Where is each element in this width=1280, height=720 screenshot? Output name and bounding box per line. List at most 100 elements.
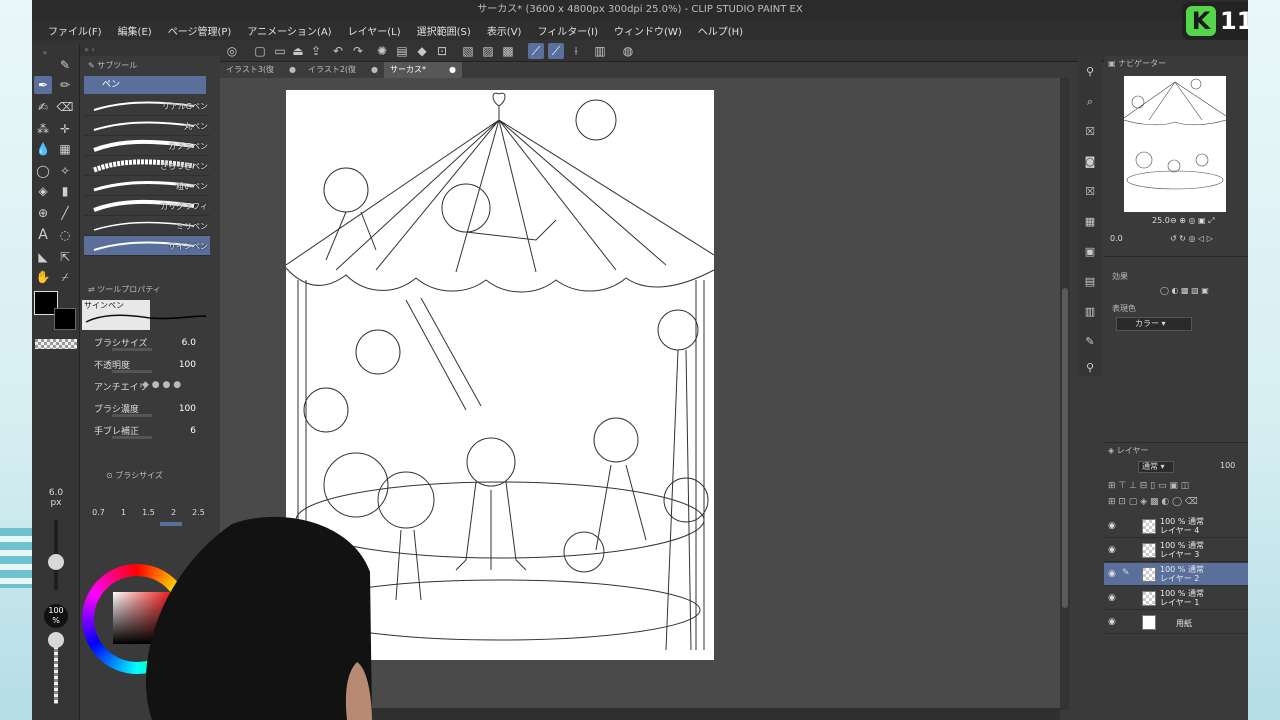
transform-icon[interactable]: ⊡	[434, 43, 450, 59]
object-tool-icon[interactable]: ⊕	[34, 204, 52, 222]
line-tool-icon[interactable]: ╱	[56, 204, 74, 222]
grid-tool-icon[interactable]: ▦	[56, 140, 74, 158]
pen-tool-selected-icon[interactable]: ✒	[34, 76, 52, 94]
brush-tool-icon[interactable]: ✍	[34, 98, 52, 116]
lasso-tool-icon[interactable]: ◯	[34, 162, 52, 180]
menu-page[interactable]: ページ管理(P)	[160, 23, 240, 38]
layer-row-selected[interactable]: ◉ ✎ 100 % 通常 レイヤー 2	[1104, 563, 1248, 586]
autoaction-icon[interactable]: ▤	[1082, 274, 1098, 290]
open-file-icon[interactable]: ▭	[272, 43, 288, 59]
prop-antialias[interactable]: アンチエイリ ◆ ● ● ●	[94, 380, 212, 398]
expression-color-select[interactable]: カラー ▾	[1116, 317, 1192, 331]
selection-launcher-icon[interactable]: ▩	[500, 43, 516, 59]
brush-maru-pen[interactable]: 丸ペン	[84, 116, 210, 136]
prop-opacity[interactable]: 不透明度 100	[94, 358, 212, 376]
brush-milli-pen[interactable]: ミリペン	[84, 216, 210, 236]
hand-tool-icon[interactable]: ✋	[34, 268, 52, 286]
tab-illust3[interactable]: イラスト3(復元)*●	[220, 62, 302, 90]
magic-wand-icon[interactable]: ✧	[56, 162, 74, 180]
menu-filter[interactable]: フィルター(I)	[529, 23, 606, 38]
panel-collapse-icon[interactable]: « ‹	[84, 44, 95, 56]
blend-mode-select[interactable]: 通常 ▾	[1138, 461, 1174, 473]
memo-icon[interactable]: ▥	[592, 43, 608, 59]
rotate-controls-icon[interactable]: ↺ ↻ ◎ ◁ ▷	[1170, 234, 1213, 243]
undo-icon[interactable]: ↶	[330, 43, 346, 59]
blend-tool-icon[interactable]: 💧	[34, 140, 52, 158]
menu-layer[interactable]: レイヤー(L)	[340, 23, 409, 38]
menu-selection[interactable]: 選択範囲(S)	[409, 23, 479, 38]
visibility-icon[interactable]: ◉	[1108, 521, 1116, 531]
zoom-controls-icon[interactable]: ⊖ ⊕ ◎ ▣ ⤢	[1170, 216, 1215, 226]
layer-row[interactable]: ◉ 100 % 通常 レイヤー 3	[1104, 539, 1248, 562]
snap-ruler-icon[interactable]: ⟋	[528, 43, 544, 59]
fill-tool-icon[interactable]: ◈	[34, 182, 52, 200]
deselect-icon[interactable]: ▧	[460, 43, 476, 59]
text-tool-icon[interactable]: A	[34, 226, 52, 244]
frame-tool-icon[interactable]: ◣	[34, 248, 52, 266]
snap-special-ruler-icon[interactable]: ⟋	[548, 43, 564, 59]
menu-edit[interactable]: 編集(E)	[110, 23, 160, 38]
search-icon[interactable]: ⌕	[1082, 94, 1098, 110]
menu-help[interactable]: ヘルプ(H)	[690, 23, 751, 38]
edit-icon[interactable]: ✎	[1082, 334, 1098, 350]
visibility-icon[interactable]: ◉	[1108, 545, 1116, 555]
size-preset[interactable]: 0.7	[86, 508, 111, 522]
eraser-tool-icon[interactable]: ⌫	[56, 98, 74, 116]
prop-brush-size[interactable]: ブラシサイズ 6.0	[94, 336, 212, 354]
close-panel-icon[interactable]: ☒	[1082, 184, 1098, 200]
opacity-slider-knob[interactable]	[48, 632, 64, 648]
brush-size-slider-knob[interactable]	[48, 554, 64, 570]
layer-row[interactable]: ◉ 100 % 通常 レイヤー 4	[1104, 515, 1248, 538]
gradient-tool-icon[interactable]: ▮	[56, 182, 74, 200]
prop-stabilization[interactable]: 手ブレ補正 6	[94, 424, 212, 442]
tab-circus[interactable]: サーカス* ●	[384, 62, 462, 78]
figure-icon[interactable]: ⚲	[1082, 360, 1098, 376]
export-icon[interactable]: ⇪	[308, 43, 324, 59]
effect-buttons-icon[interactable]: ◯ ◐ ▩ ▧ ▣	[1160, 285, 1209, 297]
clear-icon[interactable]: ✺	[374, 43, 390, 59]
layer-tools-icon[interactable]: ⊞ ⊤ ⊥ ⊟ ▯ ▭ ▣ ◫	[1108, 481, 1189, 491]
menu-file[interactable]: ファイル(F)	[40, 23, 110, 38]
collapse-icon[interactable]: «	[36, 44, 54, 62]
history-icon[interactable]: ▣	[1082, 244, 1098, 260]
visibility-icon[interactable]: ◉	[1108, 593, 1116, 603]
clear-outside-icon[interactable]: ▤	[394, 43, 410, 59]
eyedropper-tool-icon[interactable]: ⌿	[56, 268, 74, 286]
clip-studio-icon[interactable]: ◎	[224, 43, 240, 59]
brush-sign-pen[interactable]: サインペン	[84, 236, 210, 256]
layer-opacity-value[interactable]: 100	[1220, 461, 1235, 470]
pencil-tool-icon[interactable]: ✏	[56, 76, 74, 94]
visibility-icon[interactable]: ◉	[1108, 617, 1116, 627]
transparent-color-swatch[interactable]	[35, 339, 77, 349]
brush-arai-pen[interactable]: 粗いペン	[84, 176, 210, 196]
invert-selection-icon[interactable]: ▨	[480, 43, 496, 59]
snap-grid-icon[interactable]: ⟊	[568, 43, 584, 59]
decoration-tool-icon[interactable]: ⁂	[34, 120, 52, 138]
layer-row-paper[interactable]: ◉ 用紙	[1104, 611, 1248, 634]
save-icon[interactable]: ⏏	[290, 43, 306, 59]
antialias-options-icon[interactable]: ◆ ● ● ●	[142, 380, 181, 390]
subtool-group-pen[interactable]: ペン	[84, 76, 206, 94]
figure-icon[interactable]: ⚲	[1082, 64, 1098, 80]
layer-tools2-icon[interactable]: ⊞ ⊡ ▢ ◈ ▩ ◐ ◯ ⌫	[1108, 497, 1198, 507]
sub-color-swatch[interactable]	[54, 308, 76, 330]
brush-zaratsuki-pen[interactable]: ざらつきペン	[84, 156, 210, 176]
tab-illust2[interactable]: イラスト2(復元)*●	[302, 62, 384, 90]
brush-real-g-pen[interactable]: リアルGペン	[84, 96, 210, 116]
menu-window[interactable]: ウィンドウ(W)	[606, 23, 690, 38]
move-tool-icon[interactable]: ✛	[56, 120, 74, 138]
close-panel-icon[interactable]: ☒	[1082, 124, 1098, 140]
layer-search-icon[interactable]: ▥	[1082, 304, 1098, 320]
redo-icon[interactable]: ↷	[350, 43, 366, 59]
fill-icon[interactable]: ◆	[414, 43, 430, 59]
brush-kabura-pen[interactable]: カブラペン	[84, 136, 210, 156]
prop-density[interactable]: ブラシ濃度 100	[94, 402, 212, 420]
canvas-vertical-scrollbar[interactable]	[1060, 78, 1070, 710]
assets-icon[interactable]: ◍	[620, 43, 636, 59]
operation-tool-icon[interactable]: ⇱	[56, 248, 74, 266]
pen-tool-icon[interactable]: ✎	[56, 56, 74, 74]
navigator-thumbnail[interactable]	[1123, 76, 1227, 212]
balloon-tool-icon[interactable]: ◌	[56, 226, 74, 244]
camera-icon[interactable]: ◙	[1082, 154, 1098, 170]
brush-calligraphy[interactable]: カリグラフィ	[84, 196, 210, 216]
